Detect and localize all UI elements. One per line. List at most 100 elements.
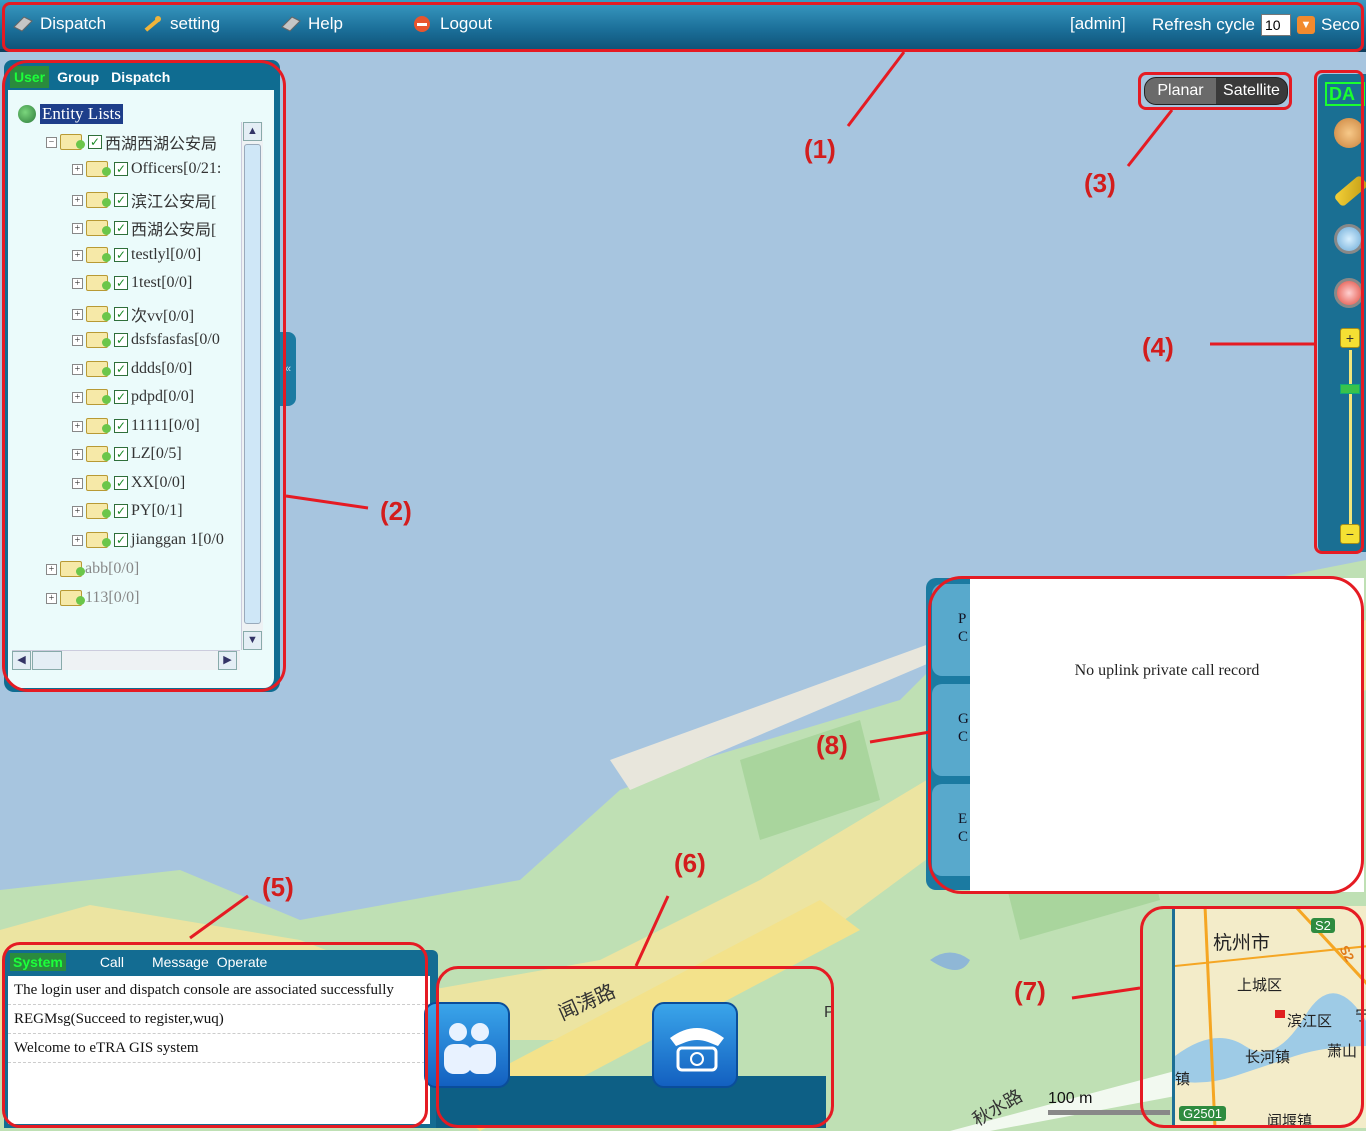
tree-vertical-scrollbar[interactable]: ▲ ▼	[241, 122, 263, 650]
zoom-in-icon[interactable]	[1334, 224, 1364, 254]
tab-call[interactable]: Call	[100, 954, 124, 970]
menu-help[interactable]: Help	[280, 14, 343, 34]
folder-icon	[86, 332, 111, 348]
zoom-out-icon[interactable]	[1334, 278, 1364, 308]
tree-node[interactable]: + ✓ jianggan 1[0/0	[72, 531, 224, 549]
tree-node[interactable]: + 113[0/0]	[46, 589, 140, 607]
zoom-slider[interactable]: + −	[1340, 328, 1360, 548]
expand-icon[interactable]: +	[72, 363, 83, 375]
menu-dispatch[interactable]: Dispatch	[12, 14, 106, 34]
tree-node-label: PY[0/1]	[131, 502, 183, 519]
checkbox[interactable]: ✓	[88, 135, 102, 149]
expand-icon[interactable]: +	[72, 505, 83, 517]
tree-node-label: dsfsfasfas[0/0	[131, 331, 220, 348]
zoom-knob[interactable]	[1340, 384, 1360, 394]
tree-node[interactable]: + ✓ LZ[0/5]	[72, 445, 182, 463]
refresh-dropdown-icon[interactable]: ▼	[1296, 16, 1315, 34]
tree-node[interactable]: + ✓ 次vv[0/0]	[72, 302, 194, 326]
checkbox[interactable]: ✓	[114, 362, 128, 376]
checkbox[interactable]: ✓	[114, 447, 128, 461]
scroll-thumb[interactable]	[244, 144, 261, 624]
satellite-button[interactable]: Satellite	[1216, 78, 1287, 104]
expand-icon[interactable]: +	[72, 222, 83, 234]
checkbox[interactable]: ✓	[114, 333, 128, 347]
checkbox[interactable]: ✓	[114, 419, 128, 433]
expand-icon[interactable]: +	[72, 420, 83, 432]
refresh-cycle-input[interactable]: 10	[1260, 14, 1291, 36]
expand-icon[interactable]: +	[72, 391, 83, 403]
collapse-icon[interactable]: −	[46, 136, 57, 148]
tree-node[interactable]: + ✓ 1test[0/0]	[72, 274, 192, 292]
phone-call-button[interactable]	[652, 1002, 738, 1088]
group-call-button[interactable]	[424, 1002, 510, 1088]
tree-node[interactable]: + ✓ pdpd[0/0]	[72, 388, 194, 406]
menu-setting[interactable]: setting	[142, 14, 220, 34]
tree-node[interactable]: + abb[0/0]	[46, 560, 139, 578]
scale-bar: 100 m	[1048, 1090, 1170, 1115]
folder-icon	[86, 161, 111, 177]
tab-group[interactable]: Group	[53, 66, 103, 88]
tab-letter: C	[958, 829, 969, 845]
tab-emergency-call[interactable]: E C	[932, 784, 970, 876]
checkbox[interactable]: ✓	[114, 162, 128, 176]
expand-icon[interactable]: +	[72, 308, 83, 320]
checkbox[interactable]: ✓	[114, 476, 128, 490]
overview-map[interactable]: 杭州市 上城区 滨江区 长河镇 萧山 镇 闻堰镇 宁 S2 S2 G2501	[1172, 906, 1366, 1128]
menu-logout[interactable]: Logout	[412, 14, 492, 34]
users-icon[interactable]	[1334, 118, 1364, 148]
checkbox[interactable]: ✓	[114, 248, 128, 262]
zoom-plus-icon[interactable]: +	[1340, 328, 1360, 348]
refresh-unit-label: Seco	[1320, 15, 1360, 34]
collapse-panel-icon[interactable]: «	[280, 332, 296, 406]
checkbox[interactable]: ✓	[114, 390, 128, 404]
ruler-icon[interactable]	[1333, 174, 1366, 208]
checkbox[interactable]: ✓	[114, 221, 128, 235]
group-call-icon	[444, 1023, 496, 1074]
tab-dispatch[interactable]: Dispatch	[107, 66, 174, 88]
tree-node-label: 1test[0/0]	[131, 274, 193, 291]
expand-icon[interactable]: +	[72, 477, 83, 489]
tab-message[interactable]: Message	[152, 954, 209, 970]
tree-horizontal-scrollbar[interactable]: ◀ ▶	[12, 650, 240, 670]
tab-operate[interactable]: Operate	[217, 954, 268, 970]
tab-system[interactable]: System	[10, 953, 66, 971]
scroll-left-icon[interactable]: ◀	[12, 651, 31, 670]
tree-node[interactable]: + ✓ Officers[0/21:	[72, 160, 221, 178]
tree-node[interactable]: + ✓ 滨江公安局[	[72, 188, 216, 212]
expand-icon[interactable]: +	[46, 563, 57, 575]
expand-icon[interactable]: +	[72, 334, 83, 346]
checkbox[interactable]: ✓	[114, 504, 128, 518]
expand-icon[interactable]: +	[72, 249, 83, 261]
tree-node-org[interactable]: − ✓ 西湖西湖公安局	[46, 130, 217, 154]
tree-node[interactable]: + ✓ XX[0/0]	[72, 474, 185, 492]
zoom-minus-icon[interactable]: −	[1340, 524, 1360, 544]
empty-call-record-message: No uplink private call record	[1074, 662, 1260, 679]
entity-lists-root[interactable]: Entity Lists	[18, 104, 123, 124]
tree-node[interactable]: + ✓ ddds[0/0]	[72, 360, 192, 378]
checkbox[interactable]: ✓	[114, 307, 128, 321]
planar-button[interactable]: Planar	[1145, 78, 1216, 104]
tree-node[interactable]: + ✓ dsfsfasfas[0/0	[72, 331, 220, 349]
scroll-down-icon[interactable]: ▼	[243, 631, 262, 650]
tree-node-label: Officers[0/21:	[131, 160, 222, 177]
tree-node[interactable]: + ✓ 西湖公安局[	[72, 216, 216, 240]
tree-node[interactable]: + ✓ testlyl[0/0]	[72, 246, 201, 264]
tree-node[interactable]: + ✓ 11111[0/0]	[72, 417, 200, 435]
scroll-right-icon[interactable]: ▶	[218, 651, 237, 670]
scroll-thumb[interactable]	[32, 651, 62, 670]
expand-icon[interactable]: +	[72, 448, 83, 460]
expand-icon[interactable]: +	[72, 277, 83, 289]
tab-group-call[interactable]: G C	[932, 684, 970, 776]
checkbox[interactable]: ✓	[114, 533, 128, 547]
checkbox[interactable]: ✓	[114, 276, 128, 290]
tab-private-call[interactable]: P C	[932, 584, 970, 676]
expand-icon[interactable]: +	[72, 163, 83, 175]
tree-node[interactable]: + ✓ PY[0/1]	[72, 502, 183, 520]
expand-icon[interactable]: +	[72, 534, 83, 546]
expand-icon[interactable]: +	[46, 592, 57, 604]
checkbox[interactable]: ✓	[114, 193, 128, 207]
tab-user[interactable]: User	[10, 66, 50, 88]
scroll-up-icon[interactable]: ▲	[243, 122, 262, 141]
expand-icon[interactable]: +	[72, 194, 83, 206]
da-button[interactable]: DA	[1325, 82, 1365, 106]
